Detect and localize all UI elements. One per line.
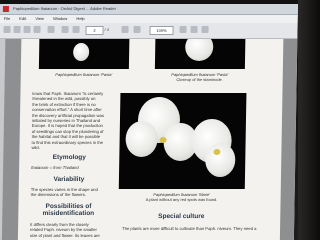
menu-file[interactable]: File <box>4 16 11 21</box>
special-culture-heading: Special culture <box>158 213 205 220</box>
pdf-reader-window: Paphiopedilum thaianum - Orchid Digest .… <box>0 4 298 240</box>
toolbar: 2 / 4 100% <box>0 23 298 39</box>
caption-top-right-sub: Closeup of the staminode. <box>176 77 223 82</box>
variability-paragraph: The species varies in the shape and the … <box>30 187 98 198</box>
zoom-select[interactable]: 100% <box>149 26 174 35</box>
menu-bar: File Edit View Window Help <box>0 15 298 23</box>
etymology-text: thaianum = from Thailand <box>31 165 79 170</box>
misidentification-paragraph: It differs clearly from the closely rela… <box>29 222 100 238</box>
email-icon[interactable] <box>33 26 41 33</box>
orchid-photo-top-left <box>38 39 130 69</box>
previous-page-icon[interactable] <box>61 26 69 33</box>
print-icon[interactable] <box>23 26 31 33</box>
zoom-out-icon[interactable] <box>121 26 129 33</box>
app-icon <box>2 6 9 12</box>
variability-heading: Variability <box>53 176 85 183</box>
monitor-bezel <box>298 0 320 240</box>
special-culture-paragraph: The plants are more difficult to cultiva… <box>122 226 257 231</box>
window-title: Paphiopedilum thaianum - Orchid Digest .… <box>13 6 117 11</box>
read-mode-icon[interactable] <box>201 26 209 33</box>
upload-icon[interactable] <box>47 26 55 33</box>
orchid-photo-top-right <box>154 39 246 69</box>
save-icon[interactable] <box>13 26 21 33</box>
menu-help[interactable]: Help <box>76 16 84 21</box>
menu-edit[interactable]: Edit <box>19 16 26 21</box>
page-total: / 4 <box>104 27 110 32</box>
menu-window[interactable]: Window <box>53 16 67 21</box>
intro-paragraph: know that Paph. thaianum "is certainly t… <box>31 91 105 151</box>
page-number-input[interactable]: 2 <box>85 26 104 35</box>
orchid-photo-main <box>118 93 247 189</box>
next-page-icon[interactable] <box>72 26 80 33</box>
fit-width-icon[interactable] <box>190 26 198 33</box>
caption-top-left: Paphiopedilum thaianum 'Pasta' <box>55 72 113 77</box>
photo-caption-subtitle: A plant without any red spots was found. <box>145 197 218 202</box>
menu-view[interactable]: View <box>35 16 44 21</box>
open-icon[interactable] <box>3 26 11 33</box>
fit-page-icon[interactable] <box>179 26 187 33</box>
possibilities-heading: Possibilities of misidentification <box>42 203 95 217</box>
etymology-heading: Etymology <box>52 154 86 161</box>
pdf-page: Paphiopedilum thaianum 'Pasta' Paphioped… <box>17 39 284 240</box>
title-bar: Paphiopedilum thaianum - Orchid Digest .… <box>0 4 298 15</box>
zoom-in-icon[interactable] <box>133 26 141 33</box>
monitor: Paphiopedilum thaianum - Orchid Digest .… <box>0 0 320 240</box>
